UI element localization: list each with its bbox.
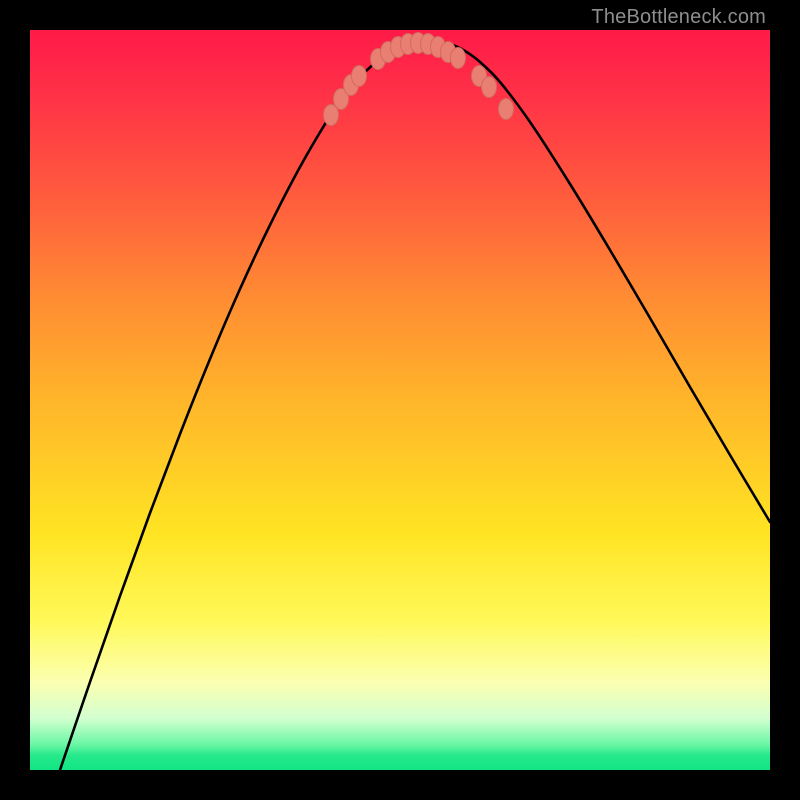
watermark-text: TheBottleneck.com [591, 6, 766, 29]
plot-area [30, 30, 770, 770]
markers-layer [30, 30, 770, 770]
outer-frame: TheBottleneck.com [0, 0, 800, 800]
trough-marker [482, 77, 497, 98]
trough-marker [451, 48, 466, 69]
trough-markers [324, 33, 514, 126]
trough-marker [499, 99, 514, 120]
trough-marker [352, 66, 367, 87]
